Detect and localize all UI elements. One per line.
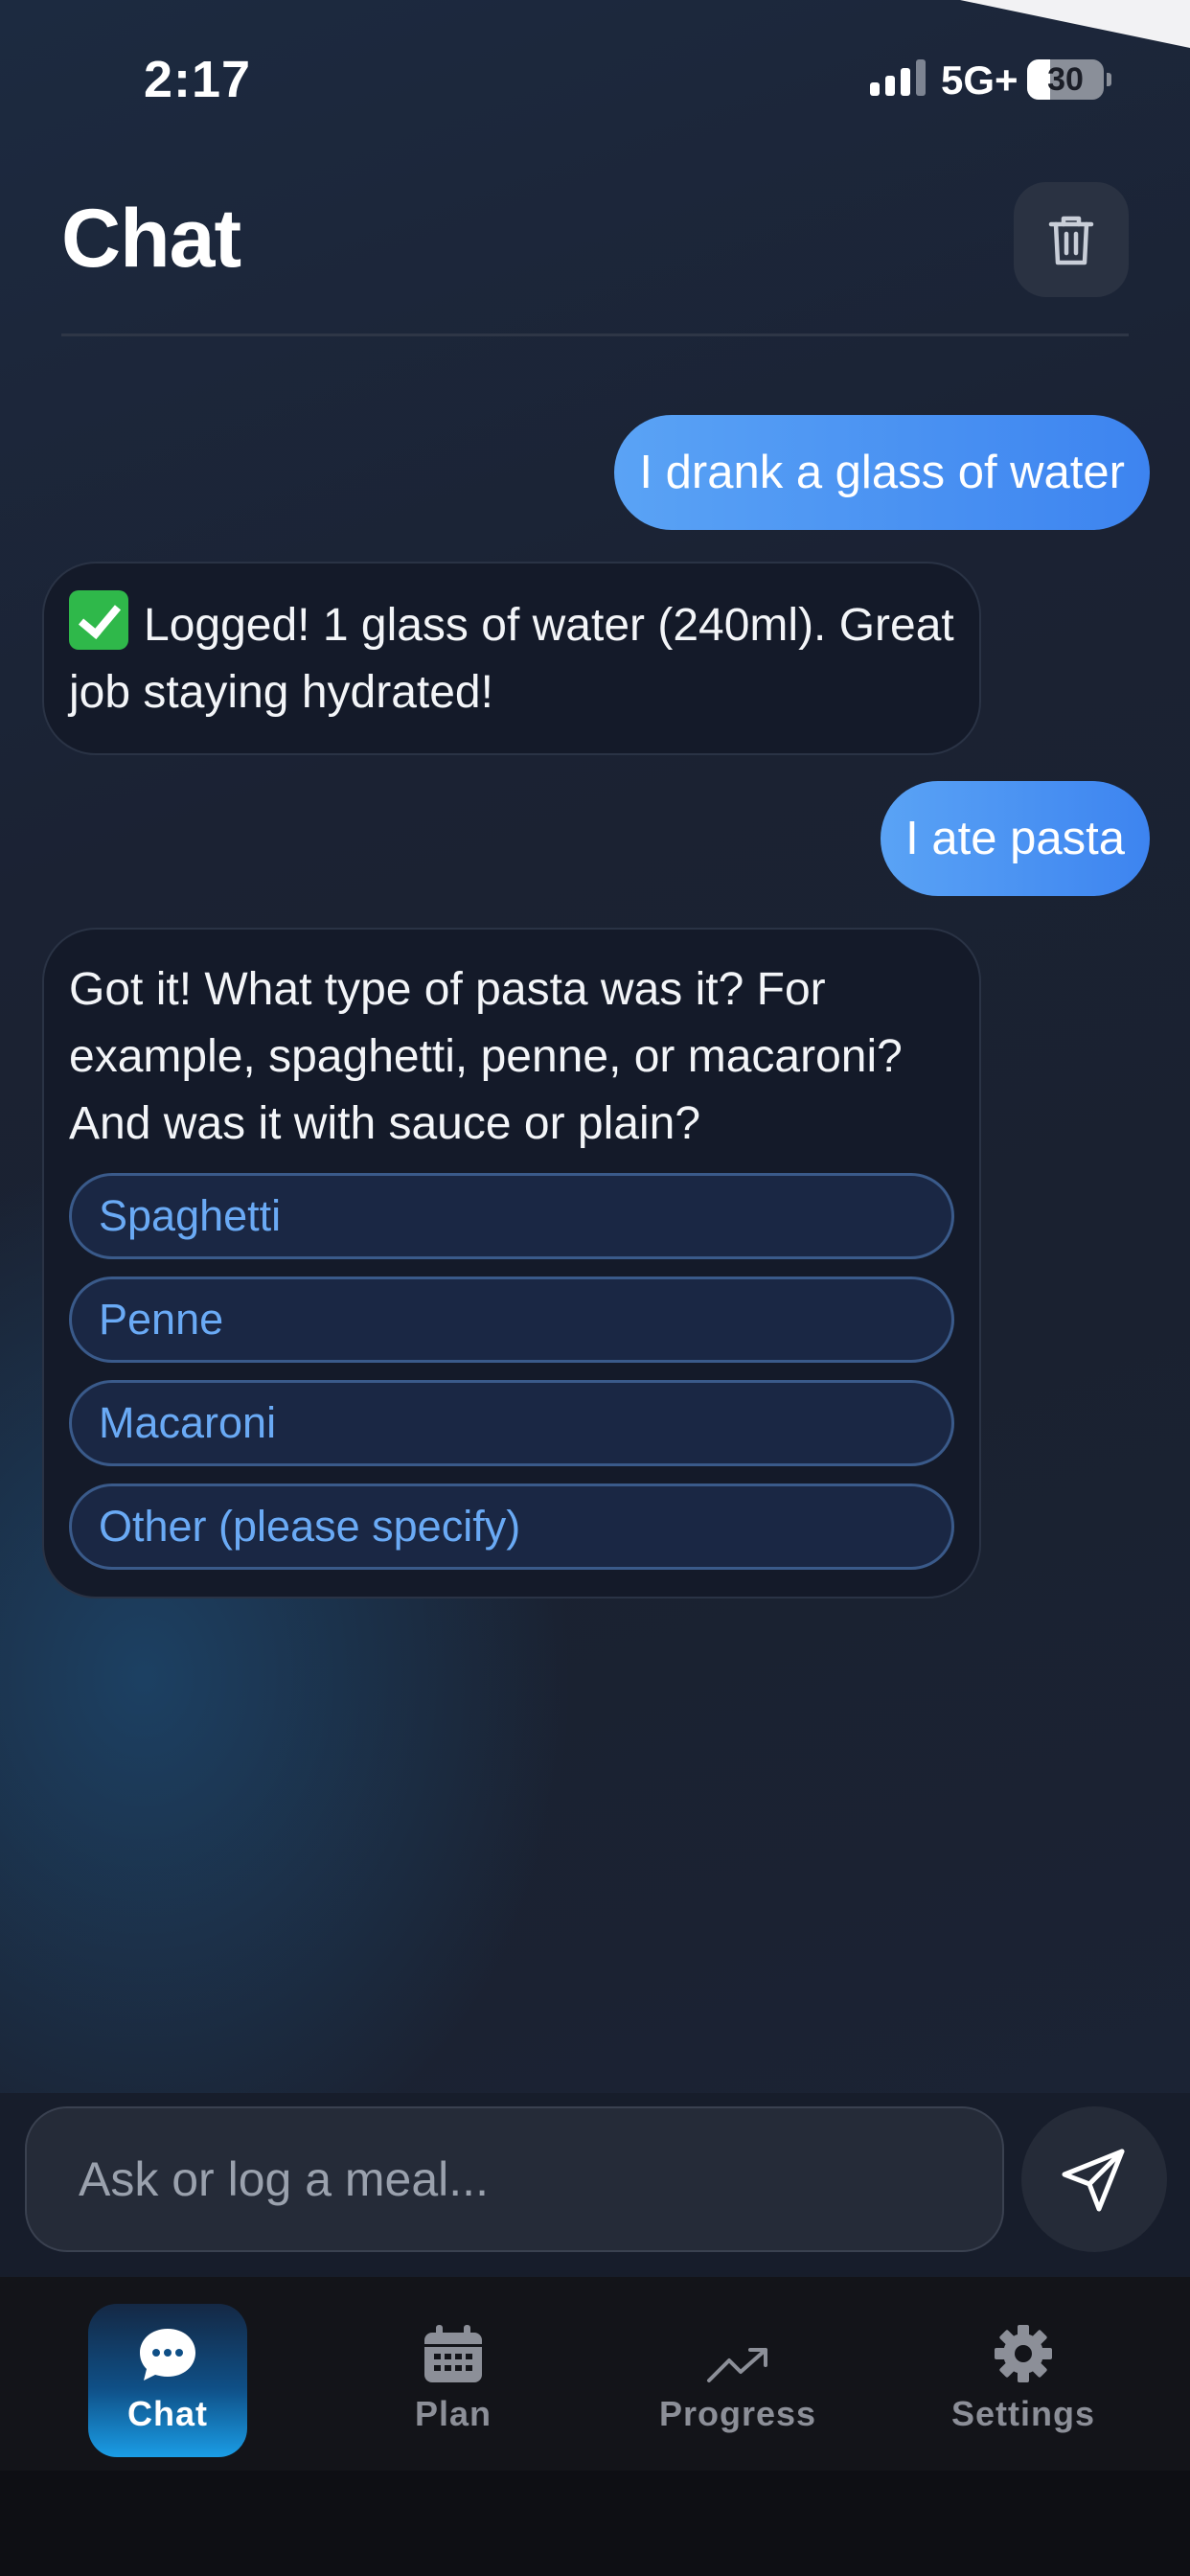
status-bar: 2:17 5G+ 30: [0, 0, 1190, 144]
assistant-message-text: Got it! What type of pasta was it? For e…: [69, 964, 903, 1149]
clear-chat-button[interactable]: [1014, 182, 1129, 297]
tab-label: Progress: [658, 2394, 817, 2433]
user-message: I ate pasta: [881, 781, 1150, 896]
option-spaghetti[interactable]: Spaghetti: [69, 1173, 954, 1259]
quick-reply-options: Spaghetti Penne Macaroni Other (please s…: [69, 1173, 954, 1570]
assistant-message-text: Logged! 1 glass of water (240ml). Great …: [69, 600, 954, 718]
chat-bubble-icon: [140, 2329, 195, 2380]
gear-icon: [995, 2325, 1052, 2382]
tab-label: Settings: [950, 2394, 1095, 2433]
battery-icon: 30: [1027, 59, 1104, 100]
tab-progress[interactable]: Progress: [652, 2304, 824, 2457]
assistant-message: Logged! 1 glass of water (240ml). Great …: [42, 562, 981, 755]
option-other[interactable]: Other (please specify): [69, 1484, 954, 1570]
home-indicator-area: [0, 2471, 1190, 2576]
chat-screen: 2:17 5G+ 30 Chat I drank a glass of wate…: [0, 0, 1190, 2576]
message-input[interactable]: Ask or log a meal...: [25, 2106, 1004, 2252]
page-title: Chat: [61, 193, 241, 285]
send-icon: [1062, 2149, 1125, 2212]
tab-plan[interactable]: Plan: [374, 2304, 533, 2457]
tab-label: Chat: [127, 2394, 208, 2433]
trend-up-icon: [707, 2348, 767, 2382]
option-macaroni[interactable]: Macaroni: [69, 1380, 954, 1466]
assistant-message: Got it! What type of pasta was it? For e…: [42, 928, 981, 1598]
tab-label: Plan: [414, 2394, 492, 2433]
header-divider: [61, 334, 1129, 336]
trash-icon: [1048, 216, 1094, 265]
send-button[interactable]: [1021, 2106, 1167, 2252]
battery-tip: [1107, 73, 1111, 86]
calendar-icon: [424, 2325, 482, 2382]
tab-bar: Chat Plan Progress Settings: [0, 2277, 1190, 2471]
signal-icon: [870, 59, 926, 96]
user-message: I drank a glass of water: [614, 415, 1150, 530]
status-time: 2:17: [144, 51, 252, 108]
tab-settings[interactable]: Settings: [937, 2304, 1110, 2457]
check-mark-icon: [69, 590, 128, 650]
composer: Ask or log a meal...: [0, 2093, 1190, 2277]
network-type: 5G+: [941, 58, 1018, 103]
option-penne[interactable]: Penne: [69, 1276, 954, 1363]
tab-chat[interactable]: Chat: [88, 2304, 247, 2457]
battery-level: 30: [1047, 61, 1084, 98]
